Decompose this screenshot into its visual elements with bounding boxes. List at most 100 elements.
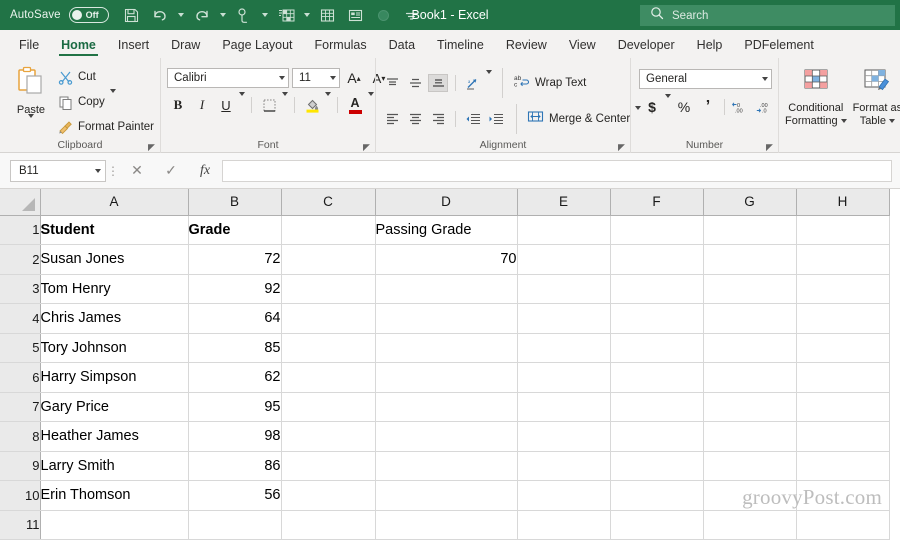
cell-d1[interactable]: Passing Grade	[375, 215, 518, 245]
cell-c11[interactable]	[281, 510, 376, 540]
undo-dropdown-icon[interactable]	[175, 2, 187, 28]
tab-draw[interactable]: Draw	[160, 34, 211, 58]
paste-button[interactable]: Paste	[10, 64, 52, 136]
name-box-dropdown-icon[interactable]	[95, 168, 101, 173]
cell-f1[interactable]	[610, 215, 704, 245]
cell-b9[interactable]: 86	[188, 451, 282, 481]
table-icon[interactable]	[315, 2, 341, 28]
font-size-combo[interactable]: 11	[292, 68, 340, 88]
cell-h6[interactable]	[796, 362, 890, 393]
align-left-button[interactable]	[382, 110, 402, 128]
tab-file[interactable]: File	[8, 34, 50, 58]
cut-button[interactable]: Cut	[58, 66, 154, 88]
align-center-button[interactable]	[405, 110, 425, 128]
row-header-2[interactable]: 2	[0, 244, 41, 275]
format-as-table-button[interactable]: Format as Table	[853, 66, 900, 127]
cell-c2[interactable]	[281, 244, 376, 275]
undo-icon[interactable]	[147, 2, 173, 28]
cell-f10[interactable]	[610, 480, 704, 511]
format-painter-button[interactable]: Format Painter	[58, 116, 154, 138]
cell-d11[interactable]	[375, 510, 518, 540]
column-header-a[interactable]: A	[40, 189, 189, 216]
cell-g5[interactable]	[703, 333, 797, 363]
cell-f4[interactable]	[610, 303, 704, 334]
cell-a3[interactable]: Tom Henry	[40, 274, 189, 304]
row-header-3[interactable]: 3	[0, 274, 41, 304]
cell-b11[interactable]	[188, 510, 282, 540]
column-header-d[interactable]: D	[375, 189, 518, 216]
row-header-1[interactable]: 1	[0, 215, 41, 245]
cell-e1[interactable]	[517, 215, 611, 245]
cell-b7[interactable]: 95	[188, 392, 282, 422]
font-color-button[interactable]: A	[344, 95, 366, 115]
cell-g6[interactable]	[703, 362, 797, 393]
column-header-c[interactable]: C	[281, 189, 376, 216]
cell-a10[interactable]: Erin Thomson	[40, 480, 189, 511]
enter-formula-button[interactable]: ✓	[154, 160, 188, 182]
cell-a11[interactable]	[40, 510, 189, 540]
bold-button[interactable]: B	[167, 95, 189, 115]
row-header-10[interactable]: 10	[0, 480, 41, 511]
cell-f11[interactable]	[610, 510, 704, 540]
orientation-button[interactable]: a	[463, 74, 483, 92]
cell-b8[interactable]: 98	[188, 421, 282, 452]
save-icon[interactable]	[119, 2, 145, 28]
paste-dropdown-icon[interactable]	[27, 114, 34, 136]
tab-formulas[interactable]: Formulas	[304, 34, 378, 58]
comma-style-button[interactable]: ’	[697, 97, 719, 117]
cell-a4[interactable]: Chris James	[40, 303, 189, 334]
cell-d9[interactable]	[375, 451, 518, 481]
name-box[interactable]: B11	[10, 159, 106, 182]
cell-d10[interactable]	[375, 480, 518, 511]
select-all-corner[interactable]	[0, 189, 41, 216]
tab-pdfelement[interactable]: PDFelement	[733, 34, 824, 58]
underline-dropdown-icon[interactable]	[239, 92, 245, 114]
cell-g9[interactable]	[703, 451, 797, 481]
orientation-dropdown-icon[interactable]	[486, 70, 492, 92]
row-header-9[interactable]: 9	[0, 451, 41, 481]
borders-dropdown-icon[interactable]	[282, 92, 288, 114]
row-header-5[interactable]: 5	[0, 333, 41, 363]
touch-mode-dropdown-icon[interactable]	[259, 2, 271, 28]
cell-e2[interactable]	[517, 244, 611, 275]
cell-d7[interactable]	[375, 392, 518, 422]
format-as-table-dropdown-icon[interactable]	[888, 118, 895, 123]
cell-e11[interactable]	[517, 510, 611, 540]
column-header-f[interactable]: F	[610, 189, 704, 216]
row-header-6[interactable]: 6	[0, 362, 41, 393]
cell-h7[interactable]	[796, 392, 890, 422]
cell-g11[interactable]	[703, 510, 797, 540]
font-color-dropdown-icon[interactable]	[368, 92, 374, 114]
cell-e6[interactable]	[517, 362, 611, 393]
cell-d6[interactable]	[375, 362, 518, 393]
cell-h4[interactable]	[796, 303, 890, 334]
cell-h8[interactable]	[796, 421, 890, 452]
cell-f9[interactable]	[610, 451, 704, 481]
cell-b1[interactable]: Grade	[188, 215, 282, 245]
column-header-h[interactable]: H	[796, 189, 890, 216]
cell-a2[interactable]: Susan Jones	[40, 244, 189, 275]
cell-d3[interactable]	[375, 274, 518, 304]
cell-h2[interactable]	[796, 244, 890, 275]
column-header-e[interactable]: E	[517, 189, 611, 216]
row-header-7[interactable]: 7	[0, 392, 41, 422]
sort-filter-dropdown-icon[interactable]	[301, 2, 313, 28]
cell-h11[interactable]	[796, 510, 890, 540]
conditional-formatting-dropdown-icon[interactable]	[840, 118, 847, 123]
number-format-combo[interactable]: General	[639, 69, 772, 89]
autosave-toggle[interactable]: Off	[68, 7, 109, 23]
cell-c10[interactable]	[281, 480, 376, 511]
cell-b2[interactable]: 72	[188, 244, 282, 275]
copy-button[interactable]: Copy	[58, 89, 154, 113]
cell-d5[interactable]	[375, 333, 518, 363]
cell-a7[interactable]: Gary Price	[40, 392, 189, 422]
cell-c5[interactable]	[281, 333, 376, 363]
cell-f3[interactable]	[610, 274, 704, 304]
cell-a9[interactable]: Larry Smith	[40, 451, 189, 481]
cell-g8[interactable]	[703, 421, 797, 452]
cell-f8[interactable]	[610, 421, 704, 452]
cell-h5[interactable]	[796, 333, 890, 363]
cancel-formula-button[interactable]: ✕	[120, 160, 154, 182]
cell-b4[interactable]: 64	[188, 303, 282, 334]
font-size-dropdown-icon[interactable]	[330, 76, 336, 80]
